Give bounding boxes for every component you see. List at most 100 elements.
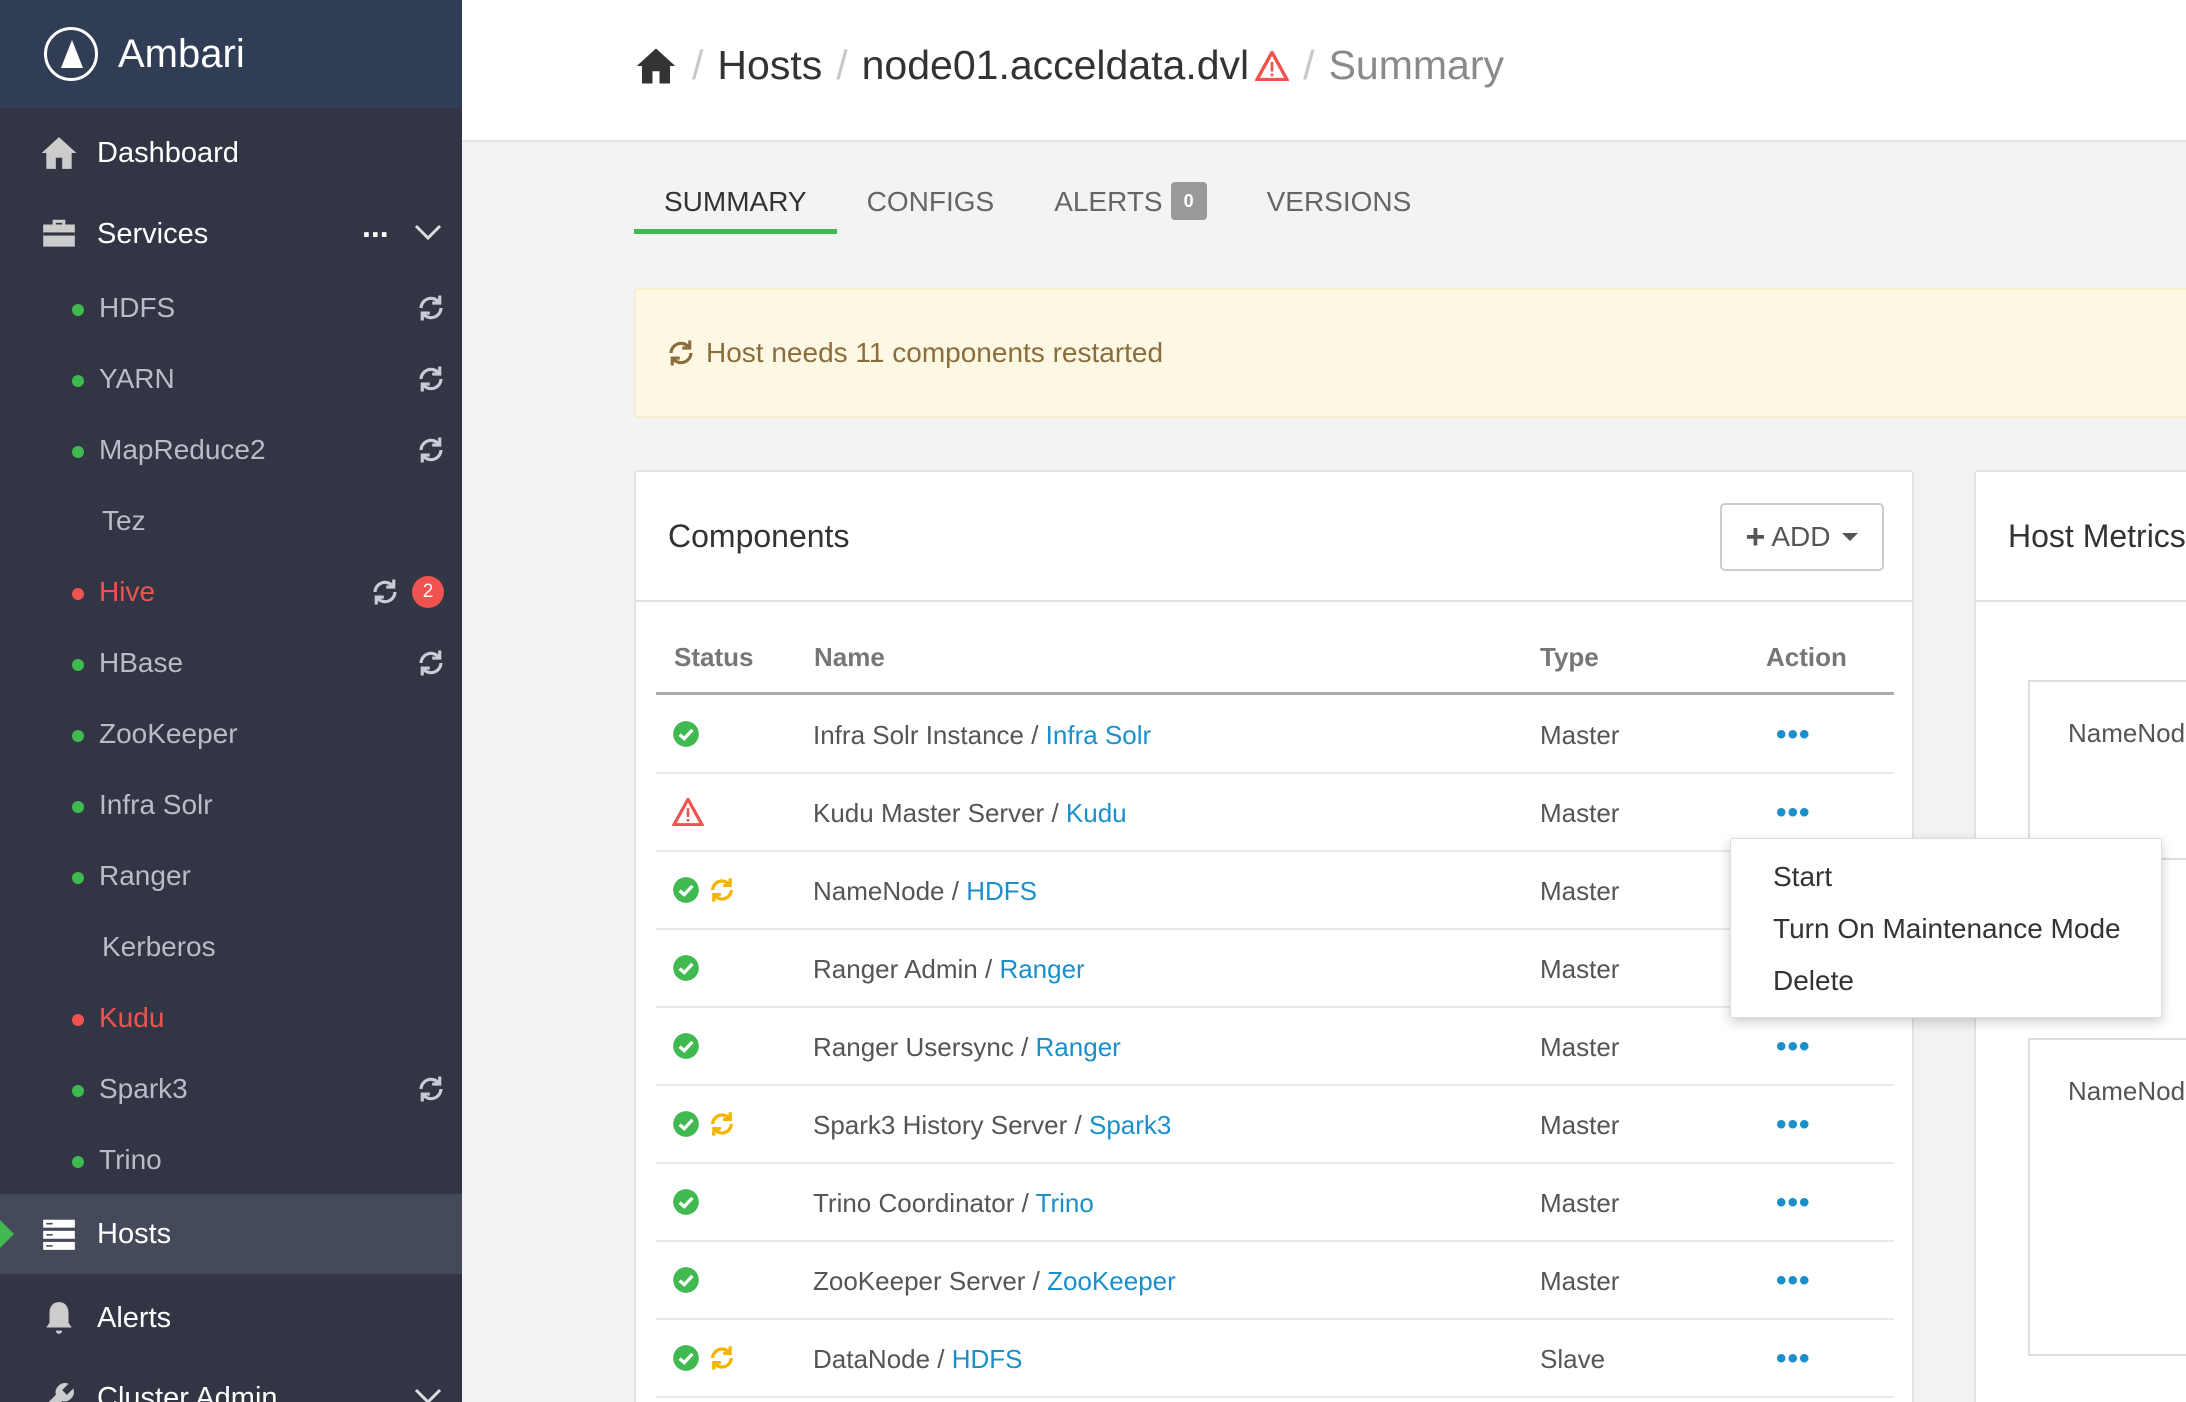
table-row: Ranger Admin / RangerMaster•••: [656, 930, 1894, 1008]
refresh-icon[interactable]: [416, 1074, 446, 1104]
metric-widget[interactable]: NameNode: [2028, 680, 2186, 860]
service-link[interactable]: HDFS: [966, 876, 1037, 906]
component-type: Master: [1540, 1188, 1620, 1218]
component-status: [672, 720, 700, 748]
sidebar-item-dashboard[interactable]: Dashboard: [0, 113, 462, 193]
sidebar-item-label: HBase: [99, 647, 184, 678]
component-label: Ranger Usersync: [813, 1032, 1014, 1062]
metric-widget-title: NameNode: [2068, 1076, 2186, 1106]
service-link[interactable]: ZooKeeper: [1047, 1266, 1176, 1296]
table-row: Kudu Master Server / Kudu Master •••: [656, 774, 1894, 852]
row-action-menu-button[interactable]: •••: [1776, 796, 1811, 830]
sidebar-item-service[interactable]: MapReduce2: [0, 420, 462, 480]
restart-alert-banner: Host needs 11 components restarted: [634, 288, 2186, 418]
status-dot-icon: [72, 304, 84, 316]
row-action-menu-button[interactable]: •••: [1776, 1186, 1811, 1220]
menu-item-maintenance-mode[interactable]: Turn On Maintenance Mode: [1773, 913, 2121, 945]
service-link[interactable]: Kudu: [1066, 798, 1127, 828]
sidebar-item-services[interactable]: Services ...: [0, 194, 462, 274]
table-row: Ranger Usersync / Ranger Master •••: [656, 1008, 1894, 1086]
sidebar-item-label: Ranger: [99, 860, 191, 891]
divider: [636, 600, 1912, 602]
add-component-button[interactable]: + ADD: [1720, 503, 1884, 571]
row-action-menu-button[interactable]: •••: [1776, 718, 1811, 752]
status-ok-icon: [673, 1111, 699, 1137]
sidebar-item-service[interactable]: Tez: [0, 491, 462, 551]
sidebar-item-service[interactable]: Hive 2: [0, 562, 462, 622]
refresh-icon[interactable]: [416, 364, 446, 394]
status-dot-icon: [72, 588, 84, 600]
chevron-down-icon[interactable]: [414, 222, 442, 242]
services-more-icon[interactable]: ...: [362, 208, 389, 245]
metric-widget[interactable]: NameNode: [2028, 1038, 2186, 1356]
sidebar-item-label: Dashboard: [97, 136, 239, 169]
row-action-menu-button[interactable]: •••: [1776, 1264, 1811, 1298]
sidebar-item-service[interactable]: Spark3: [0, 1059, 462, 1119]
menu-item-delete[interactable]: Delete: [1773, 965, 1854, 997]
component-name: Kudu Master Server / Kudu: [813, 798, 1127, 828]
breadcrumb-hosts[interactable]: Hosts: [717, 42, 822, 89]
component-type: Master: [1540, 1032, 1620, 1062]
component-type: Master: [1540, 1110, 1620, 1140]
status-ok-icon: [673, 877, 699, 903]
component-status: [672, 954, 700, 982]
sidebar-item-service[interactable]: Kudu: [0, 988, 462, 1048]
sidebar-item-label: Hosts: [97, 1217, 172, 1250]
plus-icon: +: [1745, 517, 1766, 556]
service-link[interactable]: Ranger: [999, 954, 1084, 984]
service-link[interactable]: Ranger: [1036, 1032, 1121, 1062]
sidebar-item-service[interactable]: Ranger: [0, 846, 462, 906]
service-link[interactable]: HDFS: [952, 1344, 1023, 1374]
status-ok-icon: [673, 1267, 699, 1293]
column-header-action: Action: [1766, 642, 1847, 672]
component-name: DataNode / HDFS: [813, 1344, 1023, 1374]
sidebar-item-service[interactable]: Kerberos: [0, 917, 462, 977]
refresh-icon[interactable]: [416, 648, 446, 678]
service-link[interactable]: Trino: [1036, 1188, 1094, 1218]
alert-text[interactable]: Host needs 11 components restarted: [706, 337, 1163, 369]
component-name: Ranger Admin / Ranger: [813, 954, 1085, 984]
caret-down-icon: [1842, 533, 1859, 541]
sidebar-item-service[interactable]: HBase: [0, 633, 462, 693]
sidebar-item-service[interactable]: YARN: [0, 349, 462, 409]
refresh-icon[interactable]: [416, 435, 446, 465]
sidebar: Ambari Dashboard Services ... HDFS YARN Ma…: [0, 0, 462, 1402]
component-label: ZooKeeper Server: [813, 1266, 1026, 1296]
tab-versions[interactable]: VERSIONS: [1237, 186, 1442, 234]
chevron-down-icon[interactable]: [414, 1386, 442, 1402]
alert-count-badge: 2: [412, 576, 444, 608]
row-action-menu-button[interactable]: •••: [1776, 1342, 1811, 1376]
sidebar-item-service[interactable]: HDFS: [0, 278, 462, 338]
sidebar-item-cluster-admin[interactable]: Cluster Admin: [0, 1358, 462, 1402]
components-panel: Components + ADD Status Name Type Action…: [634, 470, 1914, 1402]
home-icon[interactable]: [634, 45, 678, 87]
tab-configs[interactable]: CONFIGS: [837, 186, 1025, 234]
sidebar-item-label: Services: [97, 217, 209, 250]
refresh-icon[interactable]: [370, 577, 400, 607]
components-title: Components: [668, 518, 850, 554]
sidebar-item-label: Tez: [102, 505, 146, 536]
column-header-name: Name: [814, 642, 885, 672]
sidebar-item-hosts[interactable]: Hosts: [0, 1194, 462, 1274]
row-action-menu-button[interactable]: •••: [1776, 1108, 1811, 1142]
hosts-icon: [43, 1219, 75, 1250]
sidebar-item-service[interactable]: Trino: [0, 1130, 462, 1190]
sidebar-item-label: Kerberos: [102, 931, 216, 962]
sidebar-item-label: Infra Solr: [99, 789, 213, 820]
sidebar-item-service[interactable]: Infra Solr: [0, 775, 462, 835]
sidebar-item-service[interactable]: ZooKeeper: [0, 704, 462, 764]
column-header-type: Type: [1540, 642, 1599, 672]
refresh-icon[interactable]: [416, 293, 446, 323]
component-type: Master: [1540, 876, 1620, 906]
breadcrumb-host[interactable]: node01.acceldata.dvl: [862, 42, 1250, 89]
service-link[interactable]: Infra Solr: [1046, 720, 1152, 750]
component-status: [672, 1188, 700, 1216]
breadcrumb-separator: /: [692, 42, 704, 88]
menu-item-start[interactable]: Start: [1773, 861, 1832, 893]
tab-summary[interactable]: SUMMARY: [634, 186, 837, 234]
sidebar-item-alerts[interactable]: Alerts: [0, 1278, 462, 1358]
row-action-menu-button[interactable]: •••: [1776, 1030, 1811, 1064]
service-link[interactable]: Spark3: [1089, 1110, 1171, 1140]
brand[interactable]: Ambari: [0, 0, 462, 108]
tab-alerts[interactable]: ALERTS 0: [1024, 182, 1236, 234]
